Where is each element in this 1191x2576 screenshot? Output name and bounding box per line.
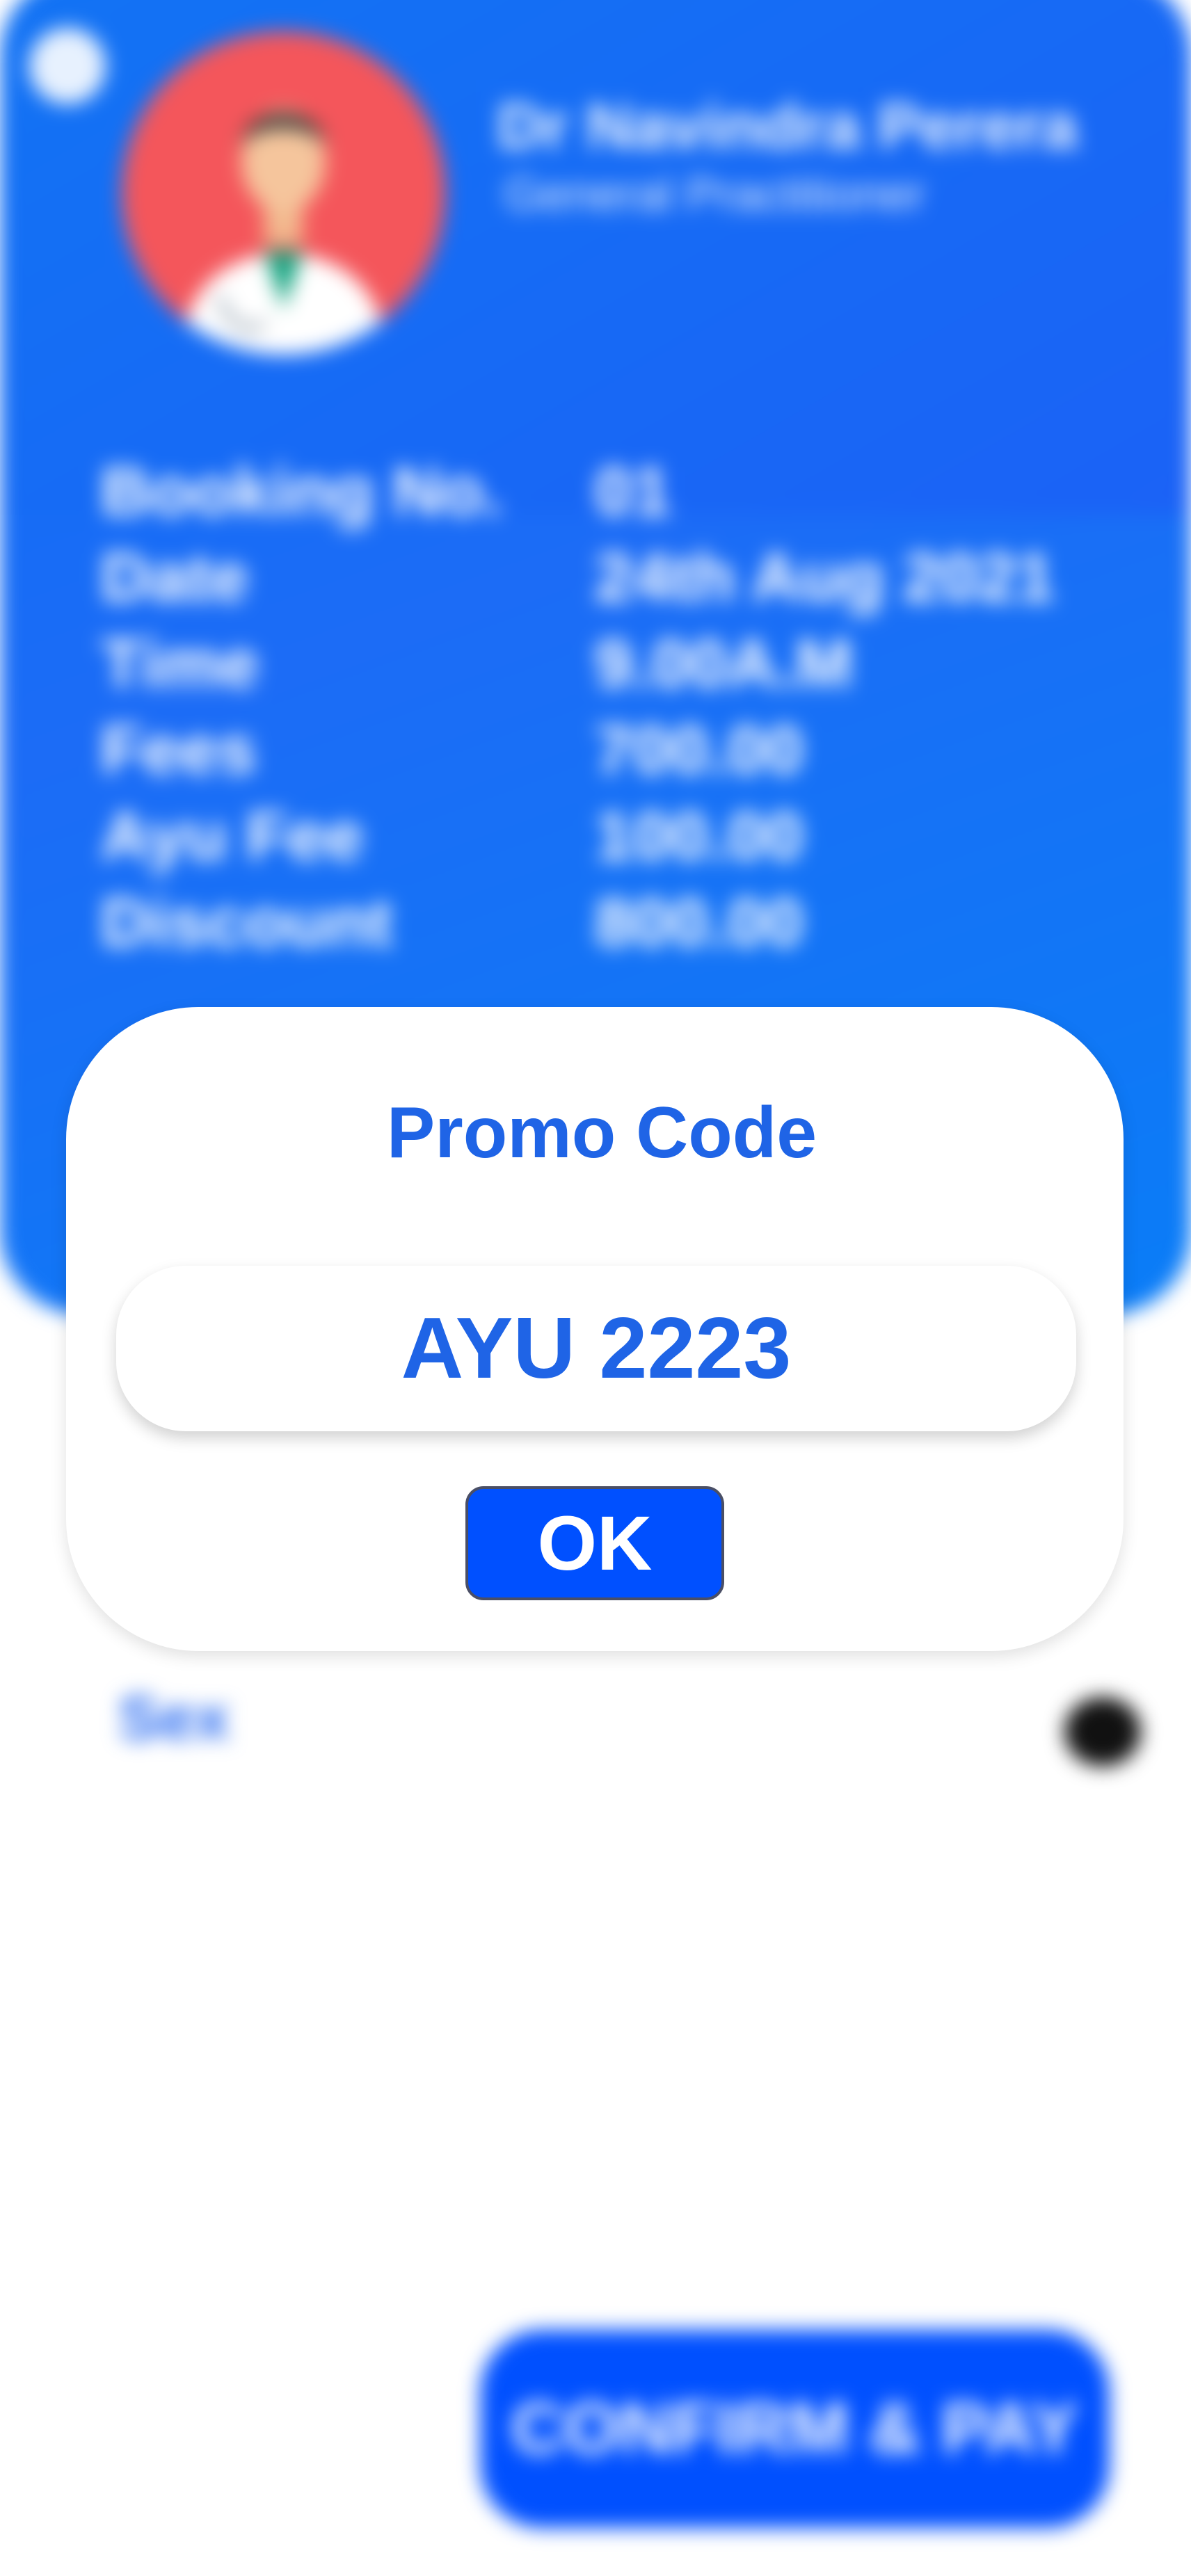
doctor-name: Dr Navindra Perera — [497, 91, 1078, 162]
detail-value: 800.00 — [595, 884, 804, 960]
detail-label: Fees — [101, 711, 257, 788]
sex-label: Sex — [118, 1684, 230, 1753]
back-button[interactable] — [29, 28, 106, 104]
detail-label: Date — [101, 539, 249, 615]
detail-value: 100.00 — [595, 798, 804, 874]
detail-label: Time — [101, 625, 259, 702]
promo-code-field[interactable]: AYU 2223 — [116, 1266, 1076, 1431]
doctor-title: General Practitioner — [504, 168, 925, 220]
sex-radio-button[interactable] — [1064, 1697, 1141, 1766]
detail-label: Discount — [101, 884, 393, 960]
doctor-illustration-icon — [122, 31, 445, 355]
promo-code-dialog: Promo Code AYU 2223 OK — [66, 1007, 1124, 1651]
doctor-avatar — [122, 31, 445, 355]
detail-value: 01 — [595, 453, 671, 529]
detail-label: Ayu Fee — [101, 798, 364, 874]
promo-code-value[interactable]: AYU 2223 — [401, 1299, 792, 1398]
confirm-pay-button[interactable]: CONFIRM & PAY — [480, 2330, 1110, 2528]
detail-value: 9.00A.M — [595, 625, 853, 702]
dialog-title: Promo Code — [386, 1093, 817, 1173]
detail-value: 700.00 — [595, 711, 804, 788]
detail-label: Booking No. — [101, 453, 503, 529]
detail-value: 24th Aug 2021 — [595, 539, 1055, 615]
ok-button[interactable]: OK — [465, 1486, 724, 1600]
